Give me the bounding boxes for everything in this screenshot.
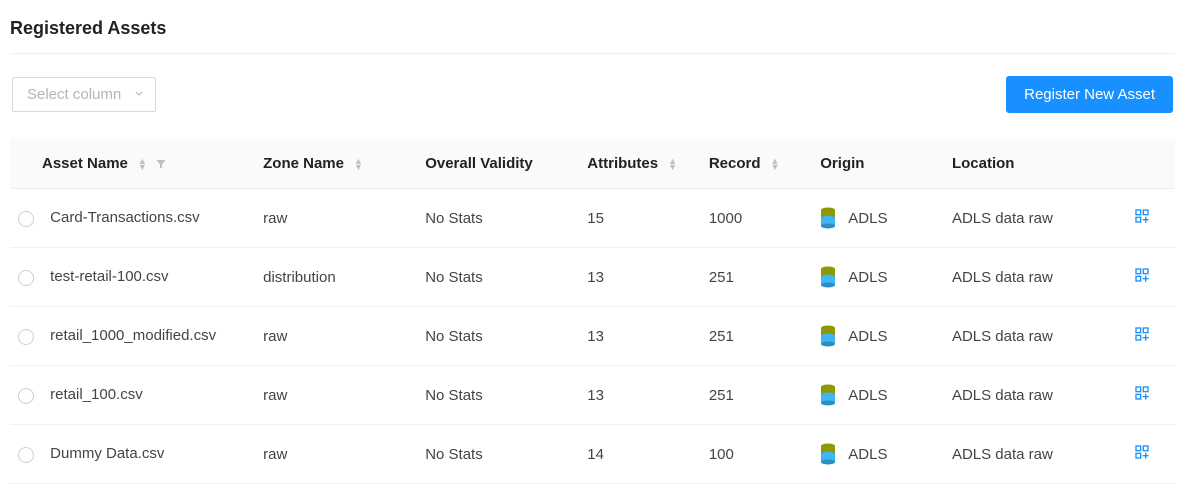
col-header-asset-name[interactable]: Asset Name ▲▼ [10,139,253,189]
zone-name-cell: raw [253,189,415,248]
row-select-radio[interactable] [18,270,34,286]
table-row: retail_1000_modified.csv raw No Stats 13… [10,307,1175,366]
assets-table: Asset Name ▲▼ Zone Name ▲▼ Overall Valid… [10,139,1175,484]
col-header-label: Zone Name [263,155,344,172]
col-header-origin[interactable]: Origin [810,139,942,189]
zone-name-cell: raw [253,366,415,425]
location-cell: ADLS data raw [942,366,1124,425]
record-cell: 251 [699,307,810,366]
sort-icon[interactable]: ▲▼ [138,158,147,170]
location-cell: ADLS data raw [942,248,1124,307]
validity-cell: No Stats [415,189,577,248]
col-header-overall-validity[interactable]: Overall Validity [415,139,577,189]
col-header-location[interactable]: Location [942,139,1124,189]
col-header-label: Asset Name [42,155,128,172]
grid-add-icon[interactable] [1134,326,1150,342]
col-header-label: Overall Validity [425,155,533,172]
attributes-cell: 13 [577,366,699,425]
location-cell: ADLS data raw [942,307,1124,366]
asset-name-cell: retail_1000_modified.csv [50,327,216,344]
zone-name-cell: distribution [253,248,415,307]
zone-name-cell: raw [253,307,415,366]
grid-add-icon[interactable] [1134,385,1150,401]
col-header-action [1124,139,1175,189]
location-cell: ADLS data raw [942,425,1124,484]
row-select-radio[interactable] [18,388,34,404]
origin-cell: ADLS [848,210,887,227]
asset-name-cell: Card-Transactions.csv [50,209,200,226]
attributes-cell: 14 [577,425,699,484]
asset-name-cell: retail_100.csv [50,386,143,403]
location-cell: ADLS data raw [942,189,1124,248]
asset-name-cell: test-retail-100.csv [50,268,168,285]
origin-cell: ADLS [848,328,887,345]
select-column-dropdown[interactable]: Select column [12,77,156,112]
validity-cell: No Stats [415,425,577,484]
origin-cell: ADLS [848,446,887,463]
table-row: test-retail-100.csv distribution No Stat… [10,248,1175,307]
attributes-cell: 15 [577,189,699,248]
origin-barrel-icon [820,443,836,465]
asset-name-cell: Dummy Data.csv [50,445,164,462]
register-new-asset-button[interactable]: Register New Asset [1006,76,1173,113]
validity-cell: No Stats [415,307,577,366]
zone-name-cell: raw [253,425,415,484]
sort-icon[interactable]: ▲▼ [668,158,677,170]
toolbar: Select column Register New Asset [10,76,1175,139]
filter-icon[interactable] [155,158,167,170]
origin-barrel-icon [820,207,836,229]
col-header-label: Origin [820,155,864,172]
page-title: Registered Assets [10,10,1175,54]
table-row: Dummy Data.csv raw No Stats 14 100 ADLS … [10,425,1175,484]
col-header-attributes[interactable]: Attributes ▲▼ [577,139,699,189]
record-cell: 100 [699,425,810,484]
validity-cell: No Stats [415,248,577,307]
row-select-radio[interactable] [18,211,34,227]
table-row: retail_100.csv raw No Stats 13 251 ADLS … [10,366,1175,425]
col-header-record[interactable]: Record ▲▼ [699,139,810,189]
record-cell: 1000 [699,189,810,248]
record-cell: 251 [699,366,810,425]
grid-add-icon[interactable] [1134,444,1150,460]
chevron-down-icon [133,86,145,103]
col-header-label: Record [709,155,761,172]
row-select-radio[interactable] [18,447,34,463]
sort-icon[interactable]: ▲▼ [771,158,780,170]
sort-icon[interactable]: ▲▼ [354,158,363,170]
select-column-label: Select column [27,86,121,103]
origin-barrel-icon [820,325,836,347]
origin-cell: ADLS [848,387,887,404]
grid-add-icon[interactable] [1134,267,1150,283]
col-header-label: Location [952,155,1015,172]
table-row: Card-Transactions.csv raw No Stats 15 10… [10,189,1175,248]
origin-cell: ADLS [848,269,887,286]
col-header-zone-name[interactable]: Zone Name ▲▼ [253,139,415,189]
record-cell: 251 [699,248,810,307]
origin-barrel-icon [820,266,836,288]
col-header-label: Attributes [587,155,658,172]
grid-add-icon[interactable] [1134,208,1150,224]
origin-barrel-icon [820,384,836,406]
attributes-cell: 13 [577,248,699,307]
row-select-radio[interactable] [18,329,34,345]
attributes-cell: 13 [577,307,699,366]
validity-cell: No Stats [415,366,577,425]
